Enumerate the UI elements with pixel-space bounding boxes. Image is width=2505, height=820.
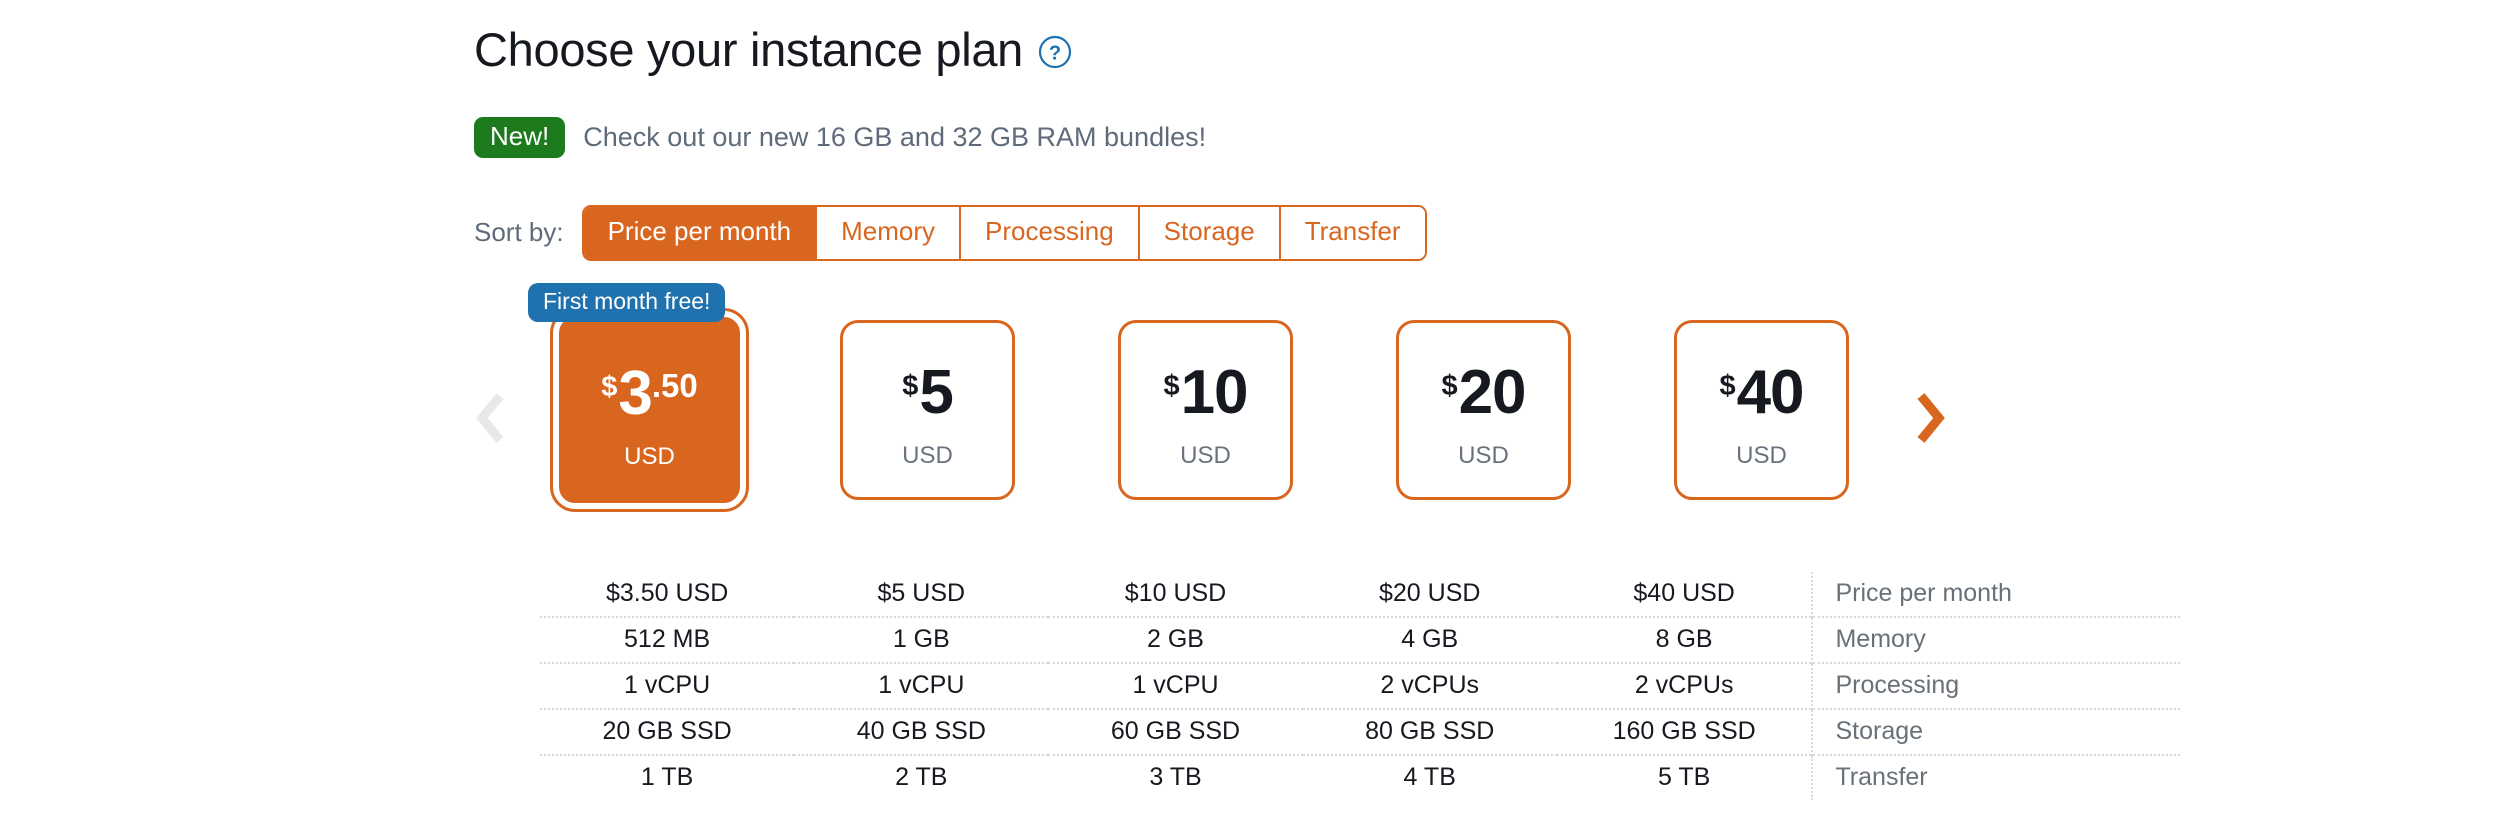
currency-symbol: $ [1719,370,1736,403]
plan-card-slot: $ 20 USD [1396,320,1571,500]
table-row: 1 vCPU 1 vCPU 1 vCPU 2 vCPUs 2 vCPUs Pro… [540,663,2180,709]
cell-memory-0: 512 MB [624,625,711,653]
cell-transfer-4: 5 TB [1657,763,1711,791]
plan-spec-table: $3.50 USD $5 USD $10 USD $20 USD $40 USD… [540,572,2180,800]
plan-price: $ 5 [902,358,954,428]
plan-card-slot: $ 40 USD [1674,320,1849,500]
cell-storage-1: 40 GB SSD [856,717,986,745]
plan-price: $ 10 [1163,358,1249,428]
plan-card-slot: $ 5 USD [840,320,1015,500]
cell-transfer-1: 2 TB [895,763,948,791]
cell-transfer-3: 4 TB [1403,763,1456,791]
plan-card-slot: $ 10 USD [1118,320,1293,500]
price-amount: 10 [1180,358,1249,428]
price-cents: .50 [651,367,698,405]
price-amount: 5 [919,358,953,428]
sort-tabs: Price per month Memory Processing Storag… [581,205,1427,261]
currency-label: USD [1458,441,1509,469]
svg-text:?: ? [1049,42,1061,64]
currency-label: USD [624,442,675,470]
cell-storage-3: 80 GB SSD [1365,717,1495,745]
cell-processing-1: 1 vCPU [878,671,965,699]
plan-price: $ 20 [1441,358,1527,428]
cell-memory-4: 8 GB [1655,625,1713,653]
plan-card-5[interactable]: $ 5 USD [840,320,1015,500]
plan-card-40[interactable]: $ 40 USD [1674,320,1849,500]
price-amount: 40 [1736,358,1805,428]
currency-symbol: $ [1441,370,1458,403]
page-header: Choose your instance plan ? [474,26,1073,73]
table-row: 512 MB 1 GB 2 GB 4 GB 8 GB Memory [540,617,2180,663]
cell-processing-4: 2 vCPUs [1634,671,1734,699]
table-row: 20 GB SSD 40 GB SSD 60 GB SSD 80 GB SSD … [540,709,2180,755]
cell-processing-2: 1 vCPU [1132,671,1219,699]
price-amount: 3 [618,359,652,429]
tab-memory[interactable]: Memory [817,207,962,259]
instance-plan-chooser: Choose your instance plan ? New! Check o… [0,0,2505,820]
cell-price-1: $5 USD [877,579,966,607]
row-label-processing: Processing [1811,663,2180,709]
cell-price-0: $3.50 USD [605,579,729,607]
new-bundles-announcement: New! Check out our new 16 GB and 32 GB R… [474,117,1207,159]
new-badge: New! [474,117,566,159]
sort-by-label: Sort by: [474,217,564,248]
tab-transfer[interactable]: Transfer [1280,207,1425,259]
plan-carousel: First month free! $ 3 .50 USD $ 5 USD $ … [474,283,2174,535]
cell-storage-0: 20 GB SSD [602,717,732,745]
cell-price-3: $20 USD [1378,579,1481,607]
cell-price-4: $40 USD [1633,579,1735,607]
new-bundles-message: Check out our new 16 GB and 32 GB RAM bu… [583,122,1207,153]
row-label-transfer: Transfer [1811,755,2180,800]
price-amount: 20 [1458,358,1527,428]
plan-card-list: First month free! $ 3 .50 USD $ 5 USD $ … [528,283,1849,509]
tab-price-per-month[interactable]: Price per month [583,207,818,259]
currency-symbol: $ [1163,370,1180,403]
cell-memory-1: 1 GB [892,625,950,653]
cell-price-2: $10 USD [1124,579,1227,607]
plan-card-slot: First month free! $ 3 .50 USD [528,283,746,509]
currency-symbol: $ [601,371,618,404]
row-label-memory: Memory [1811,617,2180,663]
question-circle-icon[interactable]: ? [1037,34,1073,70]
tab-storage[interactable]: Storage [1139,207,1281,259]
plan-card-20[interactable]: $ 20 USD [1396,320,1571,500]
cell-storage-4: 160 GB SSD [1612,717,1756,745]
chevron-right-icon[interactable] [1912,390,1946,446]
currency-label: USD [1736,441,1787,469]
cell-processing-3: 2 vCPUs [1380,671,1480,699]
plan-card-3-50[interactable]: $ 3 .50 USD [553,311,746,509]
table-row: 1 TB 2 TB 3 TB 4 TB 5 TB Transfer [540,755,2180,800]
cell-transfer-2: 3 TB [1149,763,1202,791]
cell-memory-2: 2 GB [1147,625,1204,653]
cell-transfer-0: 1 TB [640,763,694,791]
row-label-storage: Storage [1811,709,2180,755]
cell-memory-3: 4 GB [1401,625,1459,653]
plan-price: $ 40 [1719,358,1805,428]
sort-by-control: Sort by: Price per month Memory Processi… [474,205,1427,261]
currency-label: USD [1180,441,1231,469]
page-title: Choose your instance plan [474,23,1024,76]
first-month-free-badge: First month free! [528,283,726,323]
plan-price: $ 3 .50 [601,359,698,429]
row-label-price-per-month: Price per month [1811,572,2180,617]
currency-symbol: $ [902,370,919,403]
plan-card-10[interactable]: $ 10 USD [1118,320,1293,500]
table-row: $3.50 USD $5 USD $10 USD $20 USD $40 USD… [540,572,2180,617]
cell-storage-2: 60 GB SSD [1110,717,1241,745]
cell-processing-0: 1 vCPU [624,671,711,699]
chevron-left-icon[interactable] [474,390,508,446]
currency-label: USD [902,441,953,469]
tab-processing[interactable]: Processing [961,207,1140,259]
